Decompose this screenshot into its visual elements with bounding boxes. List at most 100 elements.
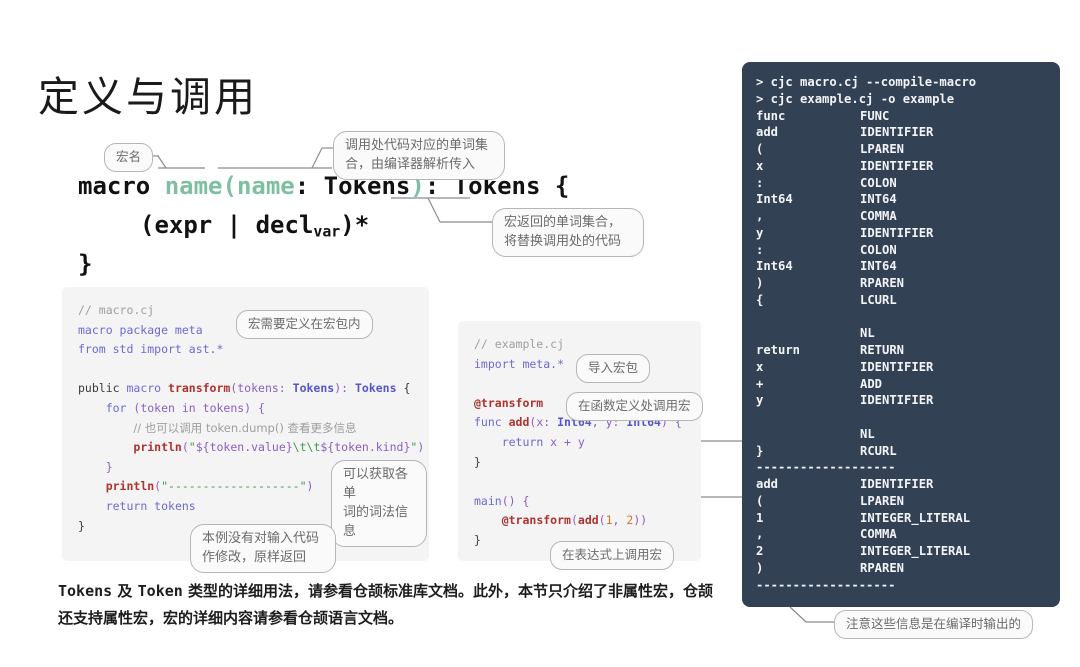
terminal-token-text: x: [756, 359, 764, 374]
terminal-token-kind: IDENTIFIER: [860, 125, 934, 140]
code-line-func-add: func: [474, 415, 509, 430]
terminal-token-row: y IDENTIFIER: [756, 392, 1060, 409]
terminal-token-text: ): [756, 276, 764, 290]
terminal-token-kind: INTEGER_LITERAL: [860, 510, 971, 525]
bottom-note-segment: ，宏的详细内容请参看仓颉语言文档。: [148, 609, 404, 627]
terminal-token-row: 2 INTEGER_LITERAL: [756, 543, 1060, 560]
terminal-token-row: ) RPAREN: [756, 560, 1060, 577]
terminal-commands: > cjc macro.cj --compile-macro > cjc exam…: [756, 74, 1060, 108]
terminal-token-kind: RETURN: [860, 343, 905, 357]
code-line-transform-call: @transform: [501, 513, 571, 528]
terminal-token-kind: LCURL: [860, 292, 897, 307]
sig-body-prefix: (expr | decl: [140, 211, 314, 239]
terminal-token-kind: NL: [860, 426, 875, 441]
terminal-token-row: Int64 INT64: [756, 258, 1060, 275]
terminal-token-kind: COMMA: [860, 209, 897, 223]
terminal-token-row: , COMMA: [756, 208, 1060, 225]
terminal-token-text: Int64: [756, 192, 793, 207]
terminal-token-row: 1 INTEGER_LITERAL: [756, 510, 1060, 527]
terminal-token-row: (LPAREN: [756, 141, 1060, 158]
terminal-token-kind: RPAREN: [860, 560, 905, 575]
terminal-token-text: func: [756, 108, 786, 123]
bottom-note-segment: 类型的详细用法，请参看仓颉标准库文档。此外，本节只介绍了: [182, 582, 609, 600]
terminal-token-kind: INT64: [860, 259, 897, 274]
sig-body-suffix: )*: [340, 211, 370, 239]
terminal-token-kind: IDENTIFIER: [860, 225, 934, 240]
terminal-token-text: add: [756, 477, 779, 491]
code-comment: // macro.cj: [78, 303, 155, 317]
terminal-token-row: Int64 INT64: [756, 191, 1060, 208]
bottom-note-segment: 非属性宏: [608, 582, 669, 600]
terminal-token-kind: LPAREN: [860, 493, 905, 508]
terminal-token-row: : COLON: [756, 242, 1060, 259]
terminal-token-text: :: [756, 175, 764, 190]
terminal-token-row: [756, 409, 1060, 426]
terminal-separator: -------------------: [756, 460, 896, 475]
slide-canvas: 定义与调用 macro name(name: Tokens): Tokens {…: [0, 0, 1080, 667]
code-line-return-xy: return: [501, 434, 544, 449]
terminal-token-row: y IDENTIFIER: [756, 225, 1060, 242]
macro-signature-line2: (expr | declvar)*: [140, 211, 369, 240]
terminal-token-row: NL: [756, 325, 1060, 342]
sig-open-brace: {: [540, 172, 570, 200]
callout-import-pkg: 导入宏包: [576, 354, 651, 383]
code-line-return: return tokens: [105, 498, 196, 513]
terminal-token-row: : COLON: [756, 175, 1060, 192]
terminal-token-row: x IDENTIFIER: [756, 158, 1060, 175]
terminal-token-text: +: [756, 376, 764, 391]
bottom-note-segment: 及: [112, 582, 138, 600]
terminal-token-row: func FUNC: [756, 108, 1060, 125]
terminal-token-text: y: [756, 225, 764, 240]
terminal-token-kind: COLON: [860, 242, 897, 257]
macro-signature-line3: }: [78, 250, 93, 278]
terminal-command-line: > cjc example.cj -o example: [756, 91, 955, 106]
terminal-token-text: ,: [756, 209, 764, 223]
terminal-token-row: add IDENTIFIER: [756, 476, 1060, 493]
terminal-command-line: > cjc macro.cj --compile-macro: [756, 75, 977, 89]
terminal-token-kind: COLON: [860, 175, 897, 190]
terminal-token-kind: LPAREN: [860, 142, 905, 156]
terminal-token-text: Int64: [756, 259, 793, 274]
sig-keyword: macro: [78, 172, 165, 200]
terminal-token-row: NL: [756, 426, 1060, 443]
code-line-println-2: println: [105, 479, 155, 494]
terminal-token-kind: INTEGER_LITERAL: [860, 544, 971, 558]
code-comment-cn: // 也可以调用 token.dump() 查看更多信息: [133, 420, 357, 435]
code-line-transform-decl: public: [78, 381, 127, 396]
terminal-token-text: y: [756, 393, 764, 408]
terminal-token-kind: IDENTIFIER: [860, 477, 934, 491]
terminal-token-row: (LPAREN: [756, 493, 1060, 510]
code-line-for: for: [105, 400, 127, 415]
terminal-token-kind: IDENTIFIER: [860, 359, 934, 374]
terminal-token-kind: COMMA: [860, 527, 897, 542]
terminal-token-row: [756, 309, 1060, 326]
code-comment-example: // example.cj: [474, 337, 565, 351]
callout-call-at-expr: 在表达式上调用宏: [550, 541, 675, 570]
terminal-token-kind: IDENTIFIER: [860, 158, 934, 173]
bottom-note-segment: Token: [137, 582, 183, 600]
terminal-token-row: + ADD: [756, 376, 1060, 393]
code-line-import: from std import ast.*: [78, 342, 224, 357]
terminal-token-text: ): [756, 560, 764, 575]
sig-param-name: name: [236, 172, 295, 200]
callout-compile-time-note: 注意这些信息是在编译时输出的: [834, 610, 1034, 639]
terminal-token-row: } RCURL: [756, 443, 1060, 460]
terminal-token-text: ,: [756, 527, 764, 542]
terminal-token-row: ) RPAREN: [756, 275, 1060, 292]
callout-tokens-return: 宏返回的单词集合， 将替换调用处的代码: [492, 208, 644, 257]
callout-macro-package: 宏需要定义在宏包内: [236, 310, 373, 339]
terminal-token-text: return: [756, 343, 801, 357]
terminal-token-text: {: [756, 292, 764, 307]
terminal-token-kind: ADD: [860, 376, 883, 391]
terminal-token-kind: INT64: [860, 192, 897, 207]
terminal-token-text: :: [756, 242, 764, 257]
terminal-token-row: { LCURL: [756, 292, 1060, 309]
sig-colon: :: [294, 172, 324, 200]
callout-call-at-funcdef: 在函数定义处调用宏: [566, 392, 703, 421]
terminal-token-text: 2: [756, 544, 764, 558]
terminal-token-row: return RETURN: [756, 342, 1060, 359]
terminal-token-text: x: [756, 158, 764, 173]
terminal-output-panel[interactable]: > cjc macro.cj --compile-macro > cjc exam…: [742, 62, 1060, 607]
terminal-token-kind: FUNC: [860, 108, 890, 123]
terminal-token-kind: IDENTIFIER: [860, 393, 934, 408]
